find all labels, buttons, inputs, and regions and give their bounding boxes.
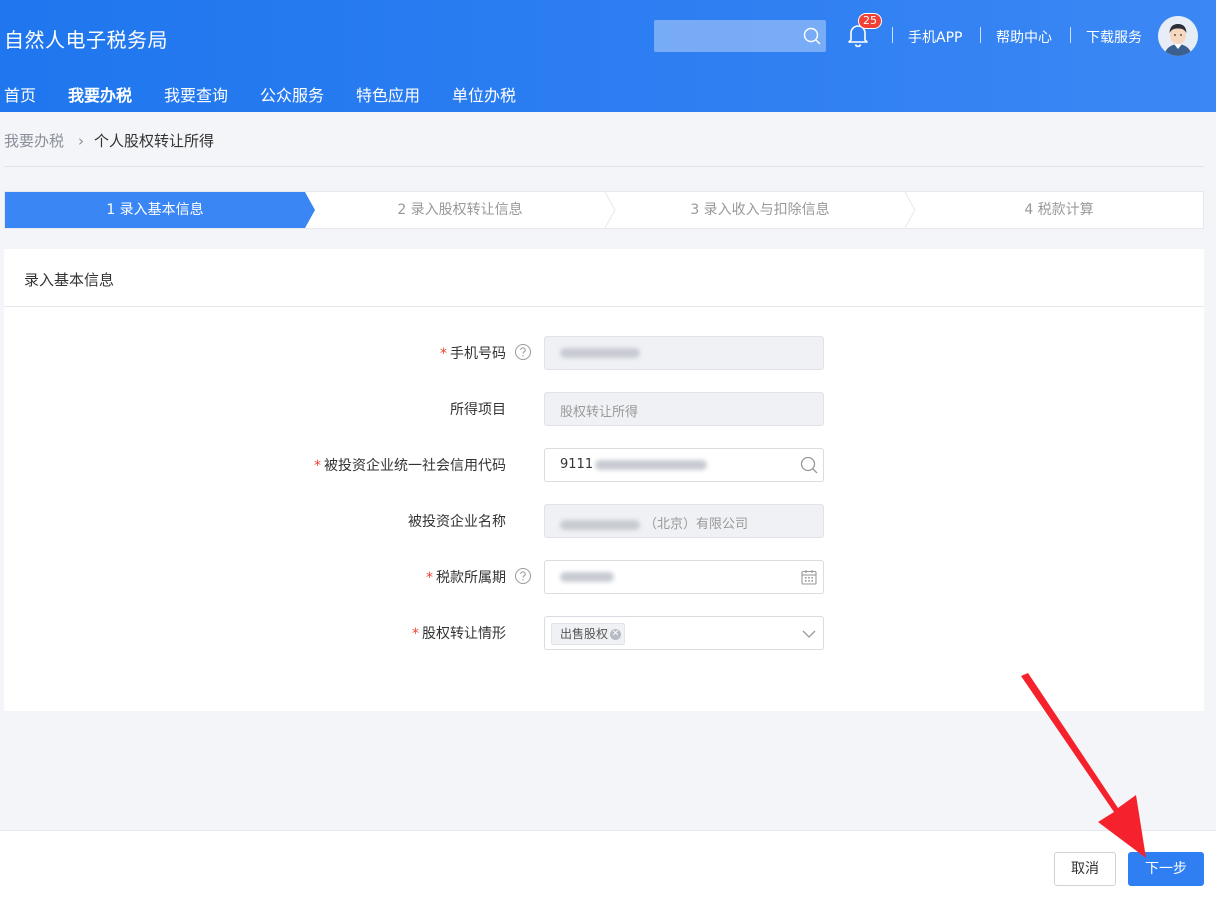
- step-progress: 1 录入基本信息 2 录入股权转让信息 3 录入收入与扣除信息 4 税款计算: [4, 191, 1204, 229]
- income-item-value: 股权转让所得: [560, 405, 639, 420]
- chevron-right-icon: ›: [78, 132, 85, 150]
- income-item-field: 股权转让所得: [544, 392, 824, 426]
- download-service-link[interactable]: 下载服务: [1086, 27, 1142, 47]
- required-mark: *: [440, 346, 447, 362]
- step-3: 3 录入收入与扣除信息: [690, 202, 830, 218]
- card-divider: [4, 306, 1204, 307]
- tax-period-value-redacted: [560, 569, 614, 584]
- help-center-link[interactable]: 帮助中心: [996, 27, 1052, 47]
- breadcrumb-current: 个人股权转让所得: [94, 132, 215, 150]
- required-mark: *: [314, 458, 321, 474]
- chevron-down-icon[interactable]: [799, 624, 819, 644]
- required-mark: *: [426, 570, 433, 586]
- user-avatar-icon: [1158, 16, 1198, 56]
- notification-badge: 25: [858, 13, 882, 29]
- phone-label: * 手机号码: [440, 346, 506, 362]
- step-1: 1 录入基本信息: [106, 202, 204, 218]
- transfer-type-label: * 股权转让情形: [412, 626, 506, 642]
- top-header: 自然人电子税务局 25 手机APP 帮助中心 下载服务 首页 我要办税 我要查询…: [0, 0, 1216, 112]
- company-name-field: （北京）有限公司: [544, 504, 824, 538]
- footer-bar: 取消 下一步: [0, 830, 1216, 906]
- income-item-label: 所得项目: [450, 402, 506, 418]
- phone-field: [544, 336, 824, 370]
- help-circle-icon[interactable]: [514, 343, 532, 361]
- tax-period-label: * 税款所属期: [426, 570, 506, 586]
- company-name-label: 被投资企业名称: [408, 514, 506, 530]
- mobile-app-link[interactable]: 手机APP: [908, 27, 962, 47]
- credit-code-label: * 被投资企业统一社会信用代码: [314, 458, 506, 474]
- company-name-value: （北京）有限公司: [560, 513, 748, 532]
- nav-tax-handling[interactable]: 我要办税: [68, 82, 132, 106]
- nav-public-service[interactable]: 公众服务: [260, 82, 324, 106]
- header-divider: [980, 27, 981, 43]
- phone-value-redacted: [560, 345, 640, 360]
- calendar-icon[interactable]: [799, 567, 819, 587]
- breadcrumb-parent[interactable]: 我要办税: [4, 132, 64, 150]
- selected-tag-label: 出售股权: [560, 627, 609, 641]
- help-circle-icon[interactable]: [514, 567, 532, 585]
- breadcrumb: 我要办税 › 个人股权转让所得: [4, 130, 214, 151]
- basic-info-card: 录入基本信息 * 手机号码 所得项目 股权转让所得 * 被投资企业统一社会信用代码 …: [4, 249, 1204, 711]
- step-2: 2 录入股权转让信息: [397, 202, 523, 218]
- search-icon[interactable]: [799, 455, 819, 475]
- credit-code-value: 9111: [560, 457, 708, 472]
- credit-code-input[interactable]: 9111: [544, 448, 824, 482]
- transfer-type-select[interactable]: 出售股权 ✕: [544, 616, 824, 650]
- nav-special-apps[interactable]: 特色应用: [356, 82, 420, 106]
- selected-tag: 出售股权 ✕: [551, 623, 626, 645]
- cancel-button[interactable]: 取消: [1054, 852, 1116, 886]
- search-input[interactable]: [654, 20, 826, 52]
- nav-home[interactable]: 首页: [4, 82, 36, 106]
- app-title: 自然人电子税务局: [4, 28, 168, 52]
- next-step-button[interactable]: 下一步: [1128, 852, 1204, 886]
- required-mark: *: [412, 626, 419, 642]
- step-4: 4 税款计算: [1024, 202, 1094, 218]
- header-divider: [892, 27, 893, 43]
- avatar[interactable]: [1158, 16, 1198, 56]
- nav-unit-tax[interactable]: 单位办税: [452, 82, 516, 106]
- close-icon[interactable]: ✕: [610, 629, 622, 640]
- tax-period-picker[interactable]: [544, 560, 824, 594]
- card-title: 录入基本信息: [24, 271, 115, 289]
- breadcrumb-divider: [4, 166, 1204, 167]
- header-divider: [1070, 27, 1071, 43]
- nav-query[interactable]: 我要查询: [164, 82, 228, 106]
- search-icon[interactable]: [802, 26, 822, 46]
